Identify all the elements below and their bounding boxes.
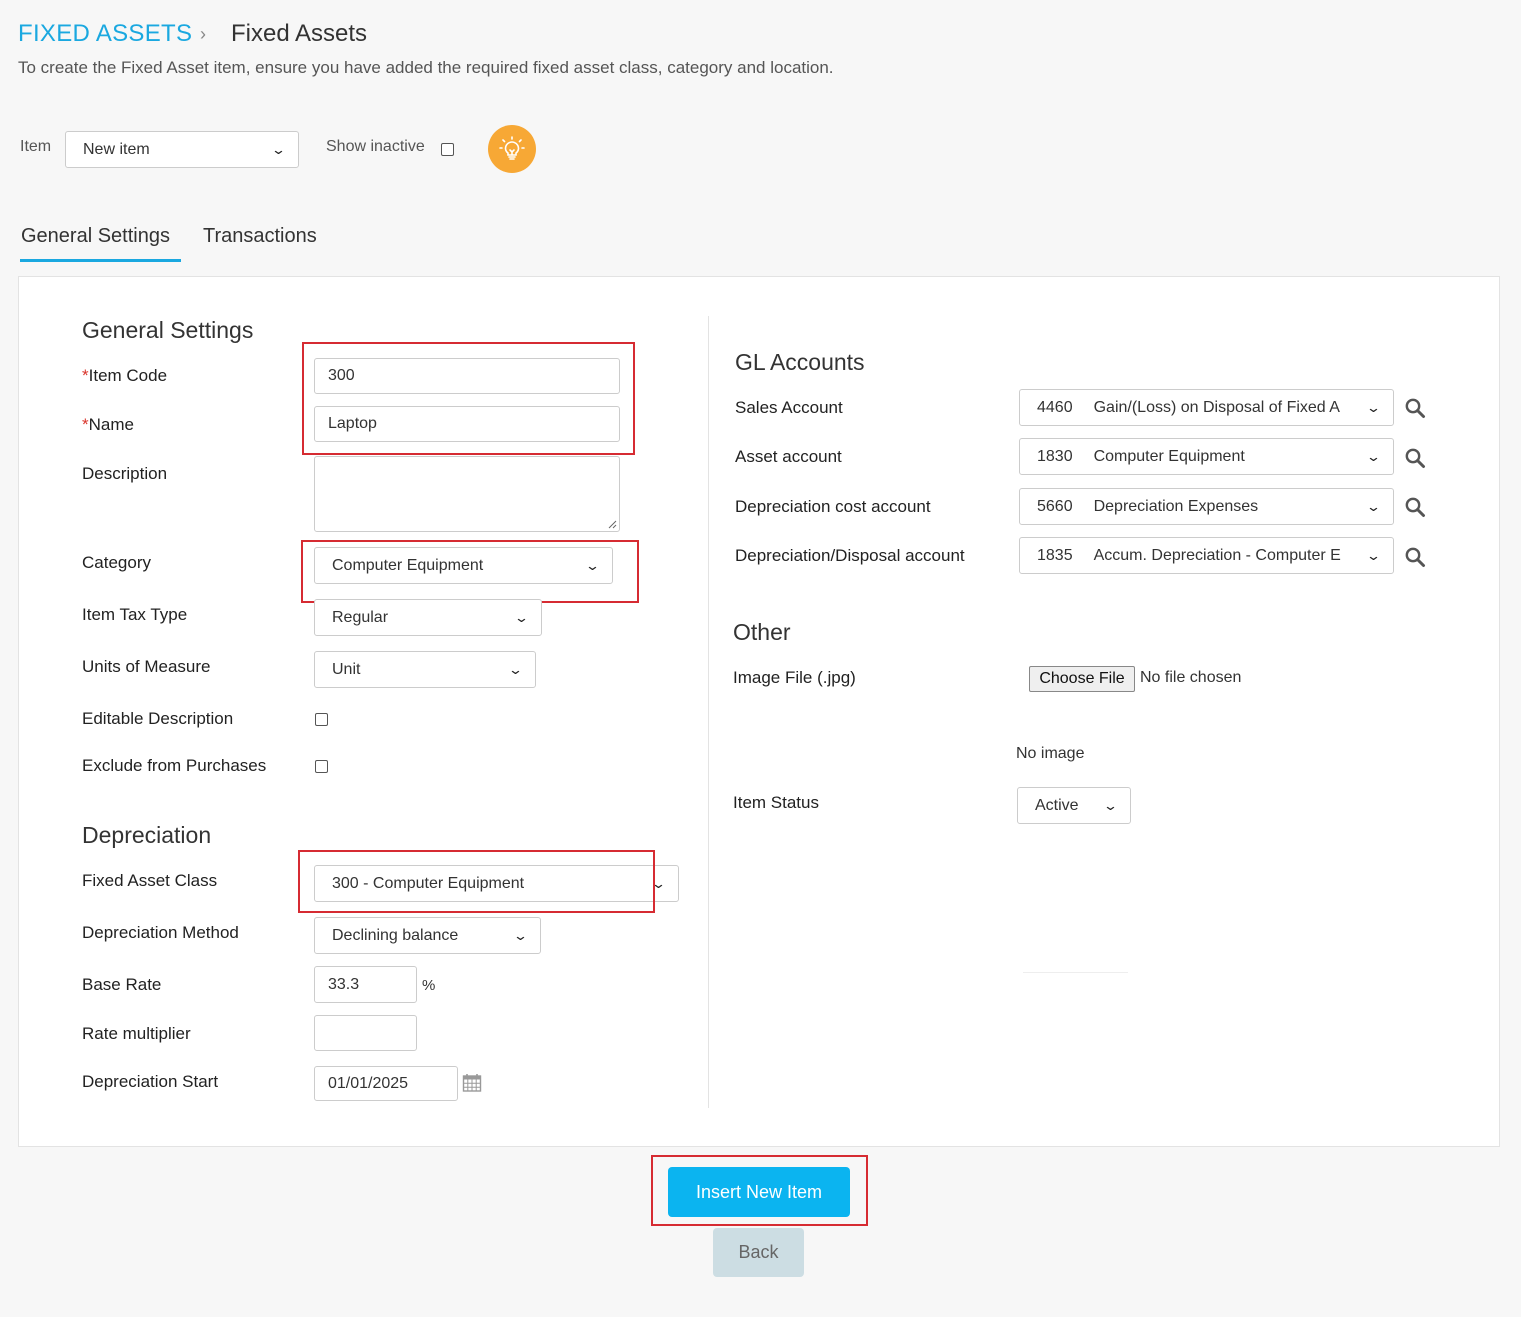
show-inactive-label: Show inactive [326, 138, 425, 155]
asset-account-label: Asset account [735, 447, 842, 466]
depreciation-method-select[interactable]: Declining balance ⌄ [314, 917, 541, 954]
exclude-purchases-checkbox[interactable] [315, 760, 328, 773]
depreciation-start-label: Depreciation Start [82, 1072, 219, 1091]
show-inactive-checkbox[interactable] [441, 143, 454, 156]
page-title: Fixed Assets [231, 20, 368, 47]
chevron-down-icon: ⌄ [1365, 399, 1382, 415]
tab-transactions[interactable]: Transactions [203, 225, 317, 248]
units-label: Units of Measure [82, 657, 211, 676]
resize-handle-icon[interactable] [608, 520, 617, 529]
chevron-down-icon: ⌄ [1102, 797, 1119, 813]
editable-description-label: Editable Description [82, 709, 234, 728]
highlight-box-insert [651, 1155, 868, 1226]
fixed-asset-class-label: Fixed Asset Class [82, 871, 218, 890]
depreciation-cost-account-label: Depreciation cost account [735, 497, 931, 516]
item-select-value: New item [83, 140, 150, 158]
active-tab-indicator [20, 259, 181, 262]
sales-account-select[interactable]: 4460 Gain/(Loss) on Disposal of Fixed A ⌄ [1019, 389, 1394, 426]
no-image-text: No image [1016, 745, 1085, 762]
breadcrumb-chevron-icon: › [200, 24, 206, 44]
depreciation-start-input[interactable]: 01/01/2025 [314, 1066, 458, 1101]
highlight-box-asset-class [298, 850, 655, 913]
base-rate-label: Base Rate [82, 975, 162, 994]
search-icon[interactable] [1404, 546, 1426, 568]
exclude-purchases-label: Exclude from Purchases [82, 756, 267, 775]
name-label: *Name [82, 415, 134, 434]
chevron-down-icon: ⌄ [507, 661, 524, 677]
lightbulb-icon[interactable] [488, 125, 536, 173]
category-label: Category [82, 553, 151, 572]
item-tax-type-select[interactable]: Regular ⌄ [314, 599, 542, 636]
depreciation-cost-account-select[interactable]: 5660 Depreciation Expenses ⌄ [1019, 488, 1394, 525]
base-rate-input[interactable]: 33.3 [314, 966, 417, 1003]
depreciation-method-label: Depreciation Method [82, 923, 239, 942]
search-icon[interactable] [1404, 447, 1426, 469]
depreciation-disposal-account-select[interactable]: 1835 Accum. Depreciation - Computer E ⌄ [1019, 537, 1394, 574]
asset-account-select[interactable]: 1830 Computer Equipment ⌄ [1019, 438, 1394, 475]
page-subtitle: To create the Fixed Asset item, ensure y… [18, 58, 834, 77]
rate-multiplier-label: Rate multiplier [82, 1024, 191, 1043]
item-status-select[interactable]: Active ⌄ [1017, 787, 1131, 824]
choose-file-button[interactable]: Choose File [1029, 666, 1135, 692]
depreciation-heading: Depreciation [82, 822, 212, 848]
sales-account-label: Sales Account [735, 398, 843, 417]
search-icon[interactable] [1404, 397, 1426, 419]
breadcrumb-root-link[interactable]: FIXED ASSETS [18, 20, 192, 48]
units-select[interactable]: Unit ⌄ [314, 651, 536, 688]
gl-accounts-heading: GL Accounts [735, 349, 865, 375]
no-file-chosen-text: No file chosen [1140, 669, 1242, 686]
highlight-box-code-name [302, 342, 635, 455]
chevron-down-icon: ⌄ [512, 927, 529, 943]
column-divider [708, 316, 709, 1108]
rate-multiplier-input[interactable] [314, 1015, 417, 1051]
description-label: Description [82, 464, 168, 483]
chevron-down-icon: ⌄ [270, 141, 287, 157]
chevron-down-icon: ⌄ [1365, 547, 1382, 563]
back-button[interactable]: Back [713, 1228, 804, 1277]
general-settings-heading: General Settings [82, 317, 254, 343]
chevron-down-icon: ⌄ [513, 609, 530, 625]
calendar-icon[interactable] [462, 1073, 482, 1093]
description-textarea[interactable] [314, 456, 620, 532]
chevron-down-icon: ⌄ [1365, 448, 1382, 464]
depreciation-disposal-account-label: Depreciation/Disposal account [735, 546, 965, 565]
other-heading: Other [733, 619, 791, 645]
image-placeholder-line [1023, 972, 1128, 973]
search-icon[interactable] [1404, 496, 1426, 518]
item-code-label: *Item Code [82, 366, 168, 385]
editable-description-checkbox[interactable] [315, 713, 328, 726]
item-select[interactable]: New item ⌄ [65, 131, 299, 168]
item-tax-type-label: Item Tax Type [82, 605, 188, 624]
highlight-box-category [301, 540, 639, 603]
chevron-down-icon: ⌄ [1365, 498, 1382, 514]
tab-general-settings[interactable]: General Settings [21, 225, 170, 248]
item-label: Item [20, 138, 52, 155]
base-rate-unit: % [422, 977, 436, 994]
image-file-label: Image File (.jpg) [733, 668, 856, 687]
item-status-label: Item Status [733, 793, 819, 812]
